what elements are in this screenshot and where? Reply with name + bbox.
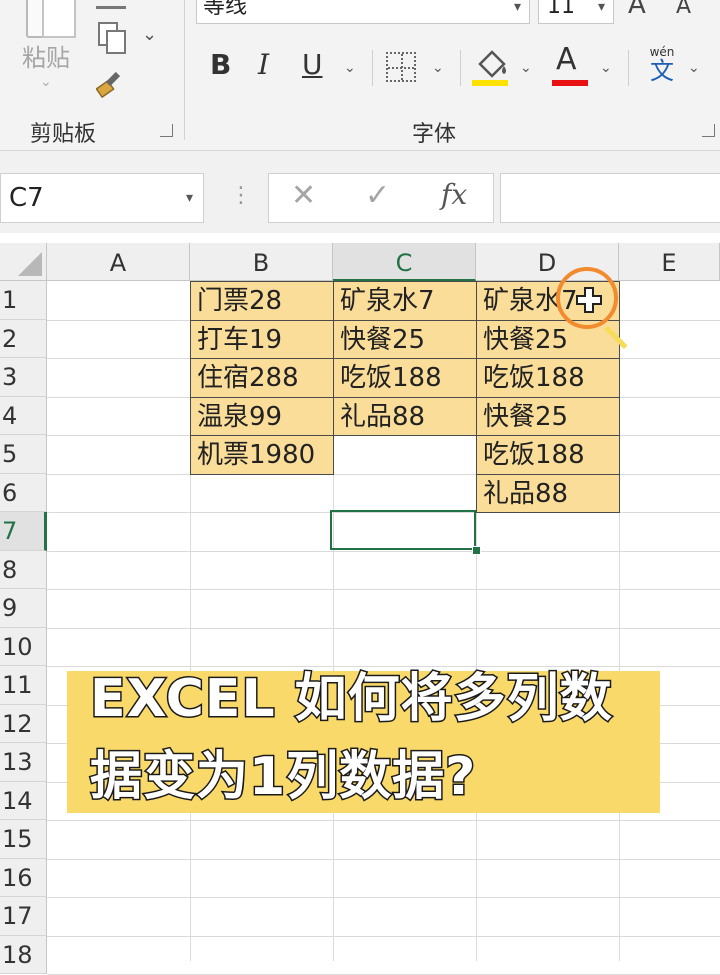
font-size-value: 11 [547, 0, 575, 19]
font-group-label: 字体 [412, 122, 457, 147]
row-header-7[interactable]: 7 [0, 512, 47, 551]
column-header-a[interactable]: A [47, 243, 190, 281]
cell-d6[interactable]: 礼品88 [476, 473, 620, 513]
enter-icon[interactable]: ✓ [365, 178, 390, 213]
cut-icon[interactable] [96, 0, 126, 9]
increase-font-button[interactable]: A [628, 0, 646, 20]
font-color-swatch [552, 80, 588, 86]
fill-color-swatch [472, 80, 508, 86]
font-color-dropdown-icon[interactable]: ⌄ [600, 60, 612, 76]
row-header-13[interactable]: 13 [0, 743, 47, 782]
divider [460, 50, 461, 86]
cancel-icon[interactable]: ✕ [291, 178, 316, 213]
group-divider [184, 0, 185, 140]
clipboard-group-label: 剪贴板 [30, 122, 97, 147]
select-all-button[interactable] [0, 243, 47, 281]
cell-c1[interactable]: 矿泉水7 [333, 281, 477, 321]
row-header-10[interactable]: 10 [0, 627, 47, 666]
column-header-c[interactable]: C [333, 243, 476, 281]
cell-b5[interactable]: 机票1980 [190, 435, 334, 475]
font-name-value: 等线 [203, 0, 248, 19]
name-box[interactable]: C7 ▾ [0, 173, 204, 223]
font-color-button[interactable]: A [556, 42, 577, 77]
paste-button-label[interactable]: 粘贴 [22, 38, 70, 73]
chevron-down-icon: ▾ [597, 0, 605, 15]
bold-button[interactable]: B [210, 48, 231, 81]
row-header-5[interactable]: 5 [0, 435, 47, 474]
decrease-font-button[interactable]: A [676, 0, 691, 19]
copy-dropdown-icon[interactable]: ⌄ [142, 24, 157, 45]
formula-input[interactable] [500, 173, 720, 223]
row-header-1[interactable]: 1 [0, 281, 47, 320]
worksheet-grid: ABCDE 1 2 3 4 5 6 7 8 9 10 11 12 13 14 15 16 17 18 门票28 打车… [0, 243, 720, 975]
cell-b3[interactable]: 住宿288 [190, 358, 334, 398]
row-header-15[interactable]: 15 [0, 820, 47, 859]
row-header-18[interactable]: 18 [0, 935, 47, 974]
fill-color-dropdown-icon[interactable]: ⌄ [520, 60, 532, 76]
copy-icon[interactable] [96, 20, 126, 54]
row-header-3[interactable]: 3 [0, 358, 47, 397]
underline-button[interactable]: U [302, 48, 323, 81]
cell-c4[interactable]: 礼品88 [333, 396, 477, 436]
cell-c2[interactable]: 快餐25 [333, 319, 477, 359]
paste-dropdown-icon[interactable]: ⌄ [40, 74, 52, 90]
paste-icon[interactable] [18, 0, 76, 38]
row-header-12[interactable]: 12 [0, 704, 47, 743]
format-painter-icon[interactable] [96, 68, 128, 98]
formula-buttons: ✕ ✓ fx [268, 173, 494, 223]
italic-button[interactable]: I [258, 48, 269, 81]
cell-c3[interactable]: 吃饭188 [333, 358, 477, 398]
cell-b1[interactable]: 门票28 [190, 281, 334, 321]
ribbon: 粘贴 ⌄ ⌄ 剪贴板 等线 ▾ 11 ▾ A A B I U ⌄ ⌄ ⌄ A ⌄… [0, 0, 720, 151]
cell-b4[interactable]: 温泉99 [190, 396, 334, 436]
phonetic-dropdown-icon[interactable]: ⌄ [688, 60, 700, 76]
caption-line-1: EXCEL 如何将多列数 [89, 668, 614, 731]
caption-line-2: 据变为1列数据? [89, 746, 477, 809]
borders-icon[interactable] [386, 52, 416, 82]
row-header-11[interactable]: 11 [0, 666, 47, 705]
clipboard-launcher-icon[interactable] [160, 124, 173, 137]
underline-dropdown-icon[interactable]: ⌄ [344, 60, 356, 76]
cell-d4[interactable]: 快餐25 [476, 396, 620, 436]
name-box-value: C7 [9, 183, 44, 213]
font-name-select[interactable]: 等线 ▾ [196, 0, 530, 24]
drag-handle-icon[interactable]: ⋮ [230, 183, 252, 208]
row-header-17[interactable]: 17 [0, 897, 47, 936]
active-cell-border[interactable] [330, 510, 476, 550]
phonetic-char: 文 [650, 57, 674, 85]
row-header-8[interactable]: 8 [0, 550, 47, 589]
divider [372, 50, 373, 86]
row-header-4[interactable]: 4 [0, 396, 47, 435]
phonetic-guide-button[interactable]: wén 文 [642, 46, 682, 84]
borders-dropdown-icon[interactable]: ⌄ [432, 60, 444, 76]
row-header-2[interactable]: 2 [0, 319, 47, 358]
cell-cursor-icon [576, 287, 602, 313]
insert-function-icon[interactable]: fx [441, 178, 467, 211]
column-header-b[interactable]: B [190, 243, 333, 281]
chevron-down-icon: ▾ [513, 0, 521, 15]
row-header-9[interactable]: 9 [0, 589, 47, 628]
fill-handle[interactable] [472, 546, 481, 555]
cell-d5[interactable]: 吃饭188 [476, 435, 620, 475]
row-header-14[interactable]: 14 [0, 781, 47, 820]
caption-text: EXCEL 如何将多列数 据变为1列数据? [89, 660, 690, 816]
font-size-select[interactable]: 11 ▾ [538, 0, 614, 24]
divider [628, 50, 629, 86]
font-launcher-icon[interactable] [702, 124, 715, 137]
cell-d3[interactable]: 吃饭188 [476, 358, 620, 398]
row-header-6[interactable]: 6 [0, 473, 47, 512]
column-header-e[interactable]: E [619, 243, 720, 281]
cell-b2[interactable]: 打车19 [190, 319, 334, 359]
row-header-16[interactable]: 16 [0, 858, 47, 897]
chevron-down-icon: ▾ [185, 190, 193, 206]
formula-bar: C7 ▾ ⋮ ✕ ✓ fx [0, 151, 720, 233]
